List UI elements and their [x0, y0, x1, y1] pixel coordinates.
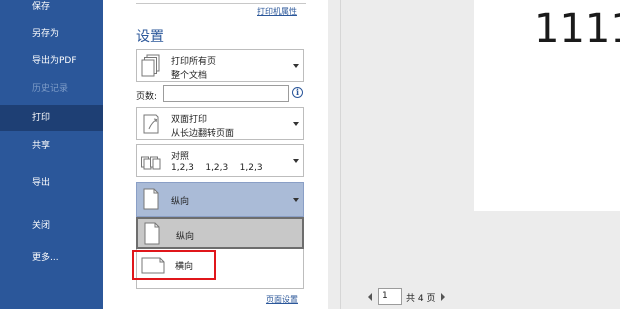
settings-heading: 设置: [136, 29, 164, 45]
duplex-line1: 双面打印: [171, 115, 208, 125]
nav-item-more[interactable]: 更多...: [0, 245, 103, 271]
nav-item-save[interactable]: 保存: [0, 0, 103, 20]
nav-item-history: 历史记录: [32, 84, 69, 94]
duplex-page-icon: [143, 114, 159, 134]
duplex-dropdown[interactable]: 双面打印 从长边翻转页面: [136, 107, 304, 140]
portrait-page-icon: [143, 188, 159, 210]
portrait-page-icon: [144, 222, 160, 245]
backstage-nav: 保存 另存为 导出为PDF 历史记录 打印 共享 导出 关闭 更多...: [0, 0, 103, 309]
nav-item-export-pdf[interactable]: 导出为PDF: [0, 48, 103, 74]
total-pages-label: 共 4 页: [406, 294, 436, 304]
nav-item-export[interactable]: 导出: [0, 170, 103, 196]
printer-properties-link[interactable]: 打印机属性: [257, 6, 297, 17]
collate-icon: [141, 156, 161, 170]
orientation-selected-label: 纵向: [171, 197, 190, 207]
chevron-down-icon: [293, 159, 299, 163]
next-page-icon[interactable]: [441, 293, 445, 301]
option-portrait-label: 纵向: [176, 232, 195, 242]
print-range-line1: 打印所有页: [171, 57, 217, 67]
pages-input[interactable]: [163, 85, 289, 102]
preview-page: 1111: [474, 0, 620, 211]
page-setup-link[interactable]: 页面设置: [266, 294, 298, 305]
nav-item-save-as[interactable]: 另存为: [0, 21, 103, 47]
nav-item-print[interactable]: 打印: [0, 105, 103, 131]
chevron-down-icon: [293, 198, 299, 202]
print-range-dropdown[interactable]: 打印所有页 整个文档: [136, 49, 304, 82]
collate-line1: 对照: [171, 152, 190, 162]
pages-label: 页数:: [136, 92, 158, 102]
highlight-annotation: [132, 250, 216, 280]
nav-item-close[interactable]: 关闭: [0, 213, 103, 239]
divider: [136, 3, 306, 4]
nav-item-share[interactable]: 共享: [0, 133, 103, 159]
divider: [340, 0, 341, 309]
current-page-input[interactable]: 1: [378, 288, 402, 305]
orientation-option-portrait[interactable]: 纵向: [136, 217, 304, 249]
preview-page-text: 1111: [534, 6, 620, 52]
orientation-dropdown[interactable]: 纵向: [136, 182, 304, 217]
chevron-down-icon: [293, 64, 299, 68]
hidden-dropdown-fragment: [136, 281, 304, 289]
previous-page-icon[interactable]: [368, 293, 372, 301]
chevron-down-icon: [293, 122, 299, 126]
collate-line2: 1,2,3 1,2,3 1,2,3: [171, 163, 263, 173]
duplex-line2: 从长边翻转页面: [171, 129, 235, 139]
info-icon[interactable]: i: [292, 87, 303, 98]
collate-dropdown[interactable]: 对照 1,2,3 1,2,3 1,2,3: [136, 144, 304, 177]
pages-stack-icon: [141, 54, 160, 77]
print-range-line2: 整个文档: [171, 71, 208, 81]
